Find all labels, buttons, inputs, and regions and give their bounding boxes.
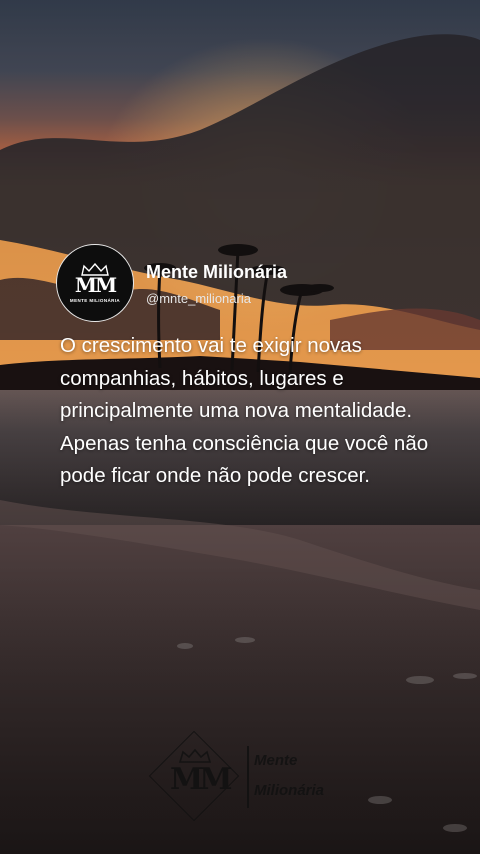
profile-handle[interactable]: @mnte_milionaria <box>146 291 251 306</box>
avatar[interactable]: MM MENTE MILIONÁRIA <box>56 244 134 322</box>
watermark-divider <box>247 746 249 808</box>
watermark-initials: MM <box>170 762 232 797</box>
avatar-caption: MENTE MILIONÁRIA <box>69 298 121 303</box>
watermark-line1: Mente <box>254 752 298 769</box>
quote-text: O crescimento vai te exigir novas compan… <box>60 334 429 487</box>
profile-name[interactable]: Mente Milionária <box>146 262 287 283</box>
watermark-line2: Milionária <box>254 782 325 799</box>
post-header: MM MENTE MILIONÁRIA Mente Milionária @mn… <box>56 244 456 324</box>
avatar-initials: MM <box>74 273 117 297</box>
watermark-logo: MM Mente Milionária <box>146 728 366 828</box>
